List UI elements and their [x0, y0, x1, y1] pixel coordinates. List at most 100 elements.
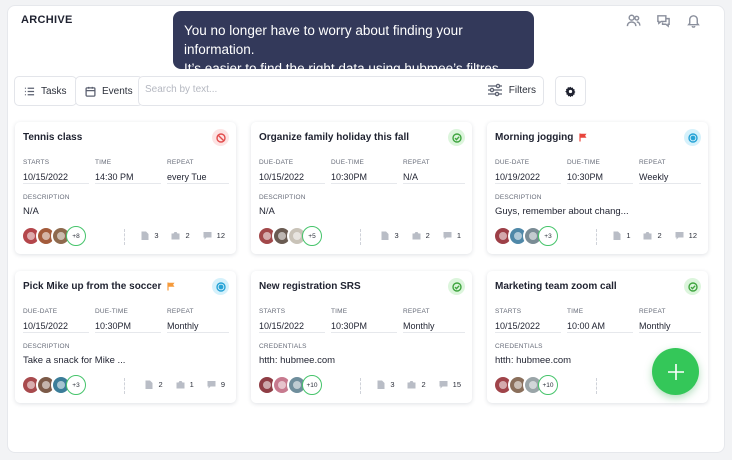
files-count[interactable]: 3	[376, 380, 394, 389]
field-value: 10:30PM	[331, 321, 397, 333]
card-field: DUE-DATE 10/15/2022	[259, 159, 331, 184]
more-members-badge[interactable]: +10	[302, 375, 322, 395]
people-icon[interactable]	[625, 12, 642, 29]
card-description: DESCRIPTION Take a snack for Mike ...	[23, 343, 229, 367]
status-badge[interactable]	[212, 129, 229, 146]
field-value: 10/15/2022	[495, 321, 561, 333]
comment-icon	[207, 381, 216, 389]
field-value: N/A	[403, 172, 465, 184]
add-button[interactable]	[652, 348, 699, 395]
filters-label: Filters	[508, 84, 536, 96]
card-field: TIME 10:00 AM	[567, 308, 639, 333]
progress-icon	[687, 132, 698, 143]
photos-count[interactable]: 2	[171, 231, 190, 240]
comments-count[interactable]: 15	[439, 380, 461, 389]
files-count[interactable]: 1	[612, 231, 630, 240]
field-label: DUE-DATE	[495, 159, 530, 166]
chat-icon[interactable]	[655, 12, 672, 29]
card-field: STARTS 10/15/2022	[23, 159, 95, 184]
status-badge[interactable]	[684, 278, 701, 295]
more-members-badge[interactable]: +8	[66, 226, 86, 246]
camera-icon	[171, 232, 180, 240]
bell-icon[interactable]	[685, 12, 702, 29]
tasks-button[interactable]: Tasks	[14, 76, 77, 106]
description-value: Take a snack for Mike ...	[23, 355, 126, 366]
files-count[interactable]: 2	[144, 380, 163, 389]
card-title-row: Tennis class	[23, 132, 82, 143]
card-fields: DUE-DATE 10/15/2022 DUE-TIME 10:30PM REP…	[23, 308, 229, 333]
task-card[interactable]: New registration SRS STARTS 10/15/2022 T…	[251, 271, 472, 403]
card-fields: DUE-DATE 10/19/2022 DUE-TIME 10:30PM REP…	[495, 159, 701, 184]
card-title-row: Marketing team zoom call	[495, 281, 617, 292]
field-label: DUE-DATE	[23, 308, 58, 315]
photos-count[interactable]: 1	[176, 380, 194, 389]
card-field: STARTS 10/15/2022	[495, 308, 567, 333]
member-avatars: +10	[493, 375, 558, 395]
member-avatars: +5	[257, 226, 322, 246]
divider	[596, 378, 597, 394]
status-badge[interactable]	[448, 278, 465, 295]
check-circle-icon	[451, 281, 462, 292]
cancel-icon	[215, 132, 226, 143]
card-stats: 2 1 9	[144, 380, 225, 389]
card-field: REPEAT Monthly	[167, 308, 229, 333]
comment-icon	[439, 381, 448, 389]
field-value: Monthly	[403, 321, 465, 333]
check-circle-icon	[687, 281, 698, 292]
member-avatars: +10	[257, 375, 322, 395]
member-avatars: +3	[21, 375, 86, 395]
status-badge[interactable]	[448, 129, 465, 146]
description-label: DESCRIPTION	[23, 194, 70, 201]
task-card[interactable]: Organize family holiday this fall DUE-DA…	[251, 122, 472, 254]
status-badge[interactable]	[684, 129, 701, 146]
comment-icon	[675, 232, 684, 240]
files-count[interactable]: 3	[140, 231, 158, 240]
comments-count[interactable]: 9	[207, 380, 225, 389]
more-members-badge[interactable]: +3	[538, 226, 558, 246]
more-members-badge[interactable]: +3	[66, 375, 86, 395]
card-fields: DUE-DATE 10/15/2022 DUE-TIME 10:30PM REP…	[259, 159, 465, 184]
card-title-row: Organize family holiday this fall	[259, 132, 409, 143]
field-label: TIME	[95, 159, 112, 166]
comments-count[interactable]: 12	[675, 231, 697, 240]
field-value: Monthly	[639, 321, 701, 333]
description-label: DESCRIPTION	[23, 343, 70, 350]
divider	[596, 229, 597, 245]
card-description: DESCRIPTION N/A	[259, 194, 465, 218]
field-label: TIME	[331, 308, 348, 315]
divider	[124, 229, 125, 245]
events-label: Events	[102, 85, 133, 97]
card-footer: +3 1 2 12	[493, 226, 703, 248]
camera-icon	[643, 232, 652, 240]
card-field: REPEAT Monthly	[403, 308, 465, 333]
member-avatars: +3	[493, 226, 558, 246]
description-label: DESCRIPTION	[259, 194, 306, 201]
comments-count[interactable]: 12	[203, 231, 225, 240]
card-field: DUE-DATE 10/15/2022	[23, 308, 95, 333]
search-input[interactable]	[145, 84, 475, 95]
camera-icon	[176, 381, 185, 389]
card-field: DUE-TIME 10:30PM	[331, 159, 403, 184]
files-count[interactable]: 3	[380, 231, 399, 240]
file-icon	[613, 231, 621, 240]
photos-count[interactable]: 2	[643, 231, 662, 240]
more-members-badge[interactable]: +10	[538, 375, 558, 395]
description-value: N/A	[23, 206, 39, 217]
card-title: New registration SRS	[259, 281, 361, 292]
photos-count[interactable]: 2	[407, 380, 426, 389]
more-members-badge[interactable]: +5	[302, 226, 322, 246]
card-fields: STARTS 10/15/2022 TIME 10:30PM REPEAT Mo…	[259, 308, 465, 333]
card-field: TIME 10:30PM	[331, 308, 403, 333]
status-badge[interactable]	[212, 278, 229, 295]
comment-icon	[203, 232, 212, 240]
task-card[interactable]: Morning jogging DUE-DATE 10/19/2022 DUE-…	[487, 122, 708, 254]
events-button[interactable]: Events	[75, 76, 143, 106]
filters-button[interactable]: Filters	[487, 83, 536, 97]
task-card[interactable]: Pick Mike up from the soccer DUE-DATE 10…	[15, 271, 236, 403]
comments-count[interactable]: 1	[443, 231, 461, 240]
settings-button[interactable]	[555, 76, 586, 106]
onboarding-tooltip: You no longer have to worry about findin…	[173, 11, 534, 76]
photos-count[interactable]: 2	[412, 231, 430, 240]
card-footer: +10 3 2 15	[257, 375, 467, 397]
task-card[interactable]: Tennis class STARTS 10/15/2022 TIME 14:3…	[15, 122, 236, 254]
